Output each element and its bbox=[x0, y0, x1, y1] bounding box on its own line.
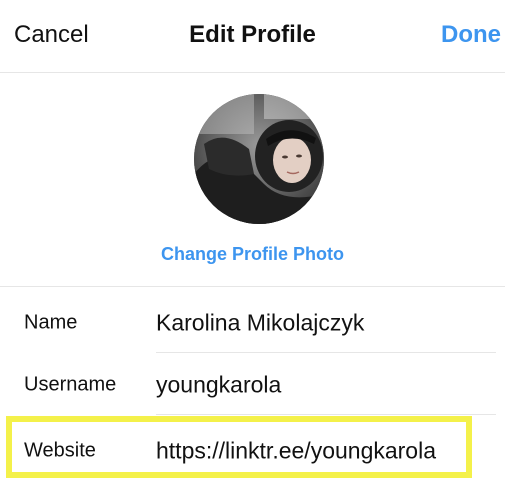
username-field[interactable]: youngkarola bbox=[156, 372, 281, 399]
profile-photo-icon bbox=[194, 94, 324, 224]
form-row-website: Website https://linktr.ee/youngkarola bbox=[0, 421, 505, 481]
done-button[interactable]: Done bbox=[441, 21, 501, 49]
name-label: Name bbox=[24, 311, 78, 334]
form-row-username: Username youngkarola bbox=[0, 355, 505, 415]
section-divider bbox=[0, 286, 505, 287]
change-profile-photo-link[interactable]: Change Profile Photo bbox=[0, 244, 505, 265]
field-divider bbox=[156, 414, 496, 415]
page-title: Edit Profile bbox=[189, 21, 316, 48]
website-field[interactable]: https://linktr.ee/youngkarola bbox=[156, 438, 436, 465]
name-field[interactable]: Karolina Mikolajczyk bbox=[156, 310, 364, 337]
navigation-bar: Cancel Edit Profile Done bbox=[0, 0, 505, 73]
username-label: Username bbox=[24, 373, 117, 396]
form-row-name: Name Karolina Mikolajczyk bbox=[0, 293, 505, 353]
website-label: Website bbox=[24, 439, 96, 462]
field-divider bbox=[156, 352, 496, 353]
edit-profile-screen: Cancel Edit Profile Done Change Profile … bbox=[0, 0, 505, 502]
avatar[interactable] bbox=[194, 94, 324, 224]
